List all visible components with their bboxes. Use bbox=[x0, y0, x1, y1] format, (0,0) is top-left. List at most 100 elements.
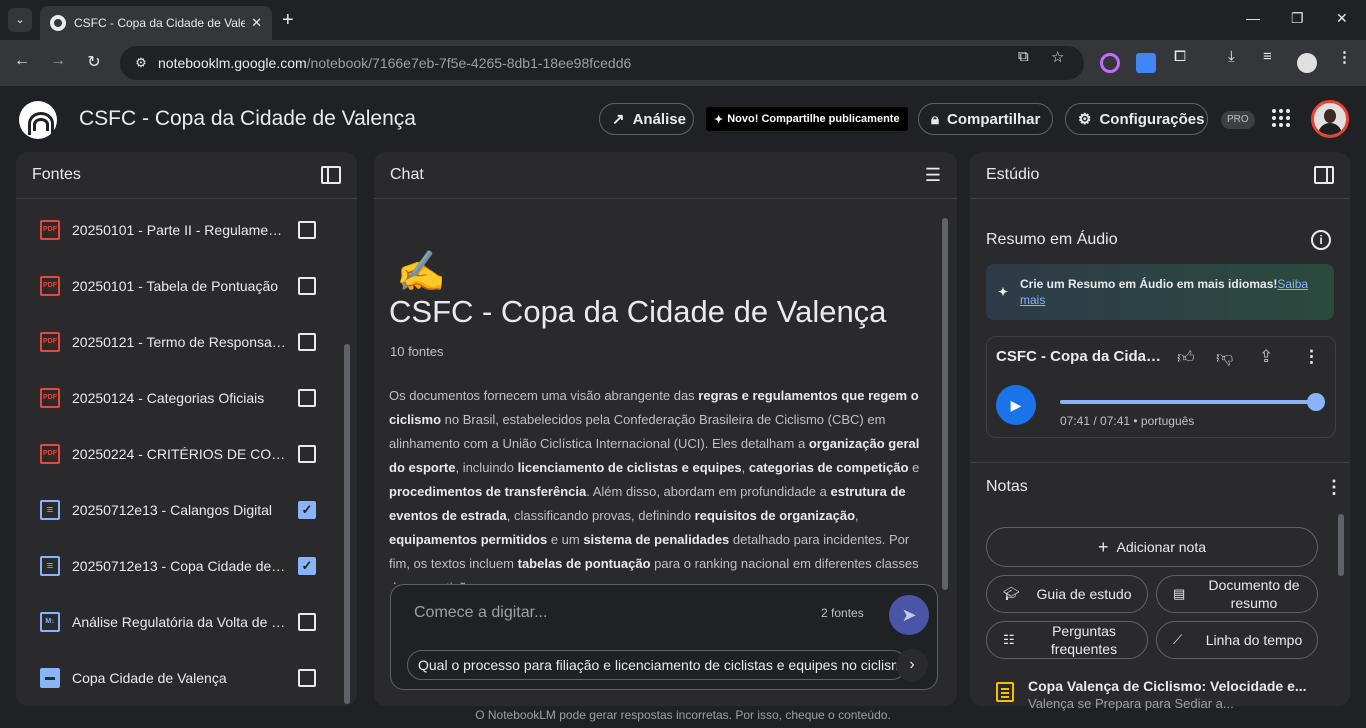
website-icon: ▬ bbox=[40, 668, 60, 688]
install-app-icon[interactable]: ⧉ bbox=[1018, 48, 1029, 65]
audio-player: CSFC - Copa da Cidade de Valença 👍︎ 👎︎ ⇪… bbox=[986, 336, 1336, 438]
browser-toolbar: ← → ↻ ⚙ notebooklm.google.com/notebook/7… bbox=[0, 40, 1366, 86]
play-icon[interactable]: ▶ bbox=[996, 385, 1036, 425]
media-control-icon[interactable]: ≡ bbox=[1263, 48, 1272, 65]
faq-label: Perguntas frequentes bbox=[1050, 623, 1118, 657]
back-arrow-icon[interactable]: ← bbox=[11, 52, 33, 70]
source-checkbox[interactable] bbox=[298, 445, 316, 463]
chat-source-count: 10 fontes bbox=[390, 344, 444, 359]
text-document-icon: ≡ bbox=[40, 500, 60, 520]
source-item[interactable]: M↓ Análise Regulatória da Volta de Valenç… bbox=[16, 594, 336, 650]
site-info-icon[interactable]: ⚙ bbox=[132, 54, 150, 72]
markdown-file-icon: M↓ bbox=[40, 612, 60, 632]
collapse-panel-icon[interactable] bbox=[321, 166, 341, 184]
bookmark-star-icon[interactable]: ☆ bbox=[1051, 48, 1064, 66]
share-button[interactable]: 🔒︎ Compartilhar bbox=[918, 103, 1053, 135]
tune-sliders-icon[interactable]: ☰ bbox=[925, 165, 941, 186]
browser-tab[interactable]: CSFC - Copa da Cidade de Valença ✕ bbox=[40, 6, 272, 40]
next-suggestion-chevron-icon[interactable]: › bbox=[896, 649, 928, 681]
suggested-question[interactable]: Qual o processo para filiação e licencia… bbox=[407, 650, 907, 680]
audio-time: 07:41 / 07:41 • português bbox=[1060, 414, 1195, 428]
source-name: 20250712e13 - Copa Cidade de Valença bbox=[72, 558, 286, 574]
new-share-publicly-banner[interactable]: ✦ Novo! Compartilhe publicamente bbox=[706, 107, 908, 131]
account-avatar[interactable] bbox=[1311, 100, 1349, 138]
source-checkbox[interactable] bbox=[298, 389, 316, 407]
source-item[interactable]: ≡ 20250712e13 - Copa Cidade de Valença ✓ bbox=[16, 538, 336, 594]
new-tab-plus-icon[interactable]: + bbox=[282, 8, 294, 32]
sources-title: Fontes bbox=[32, 166, 81, 183]
forward-arrow-icon[interactable]: → bbox=[47, 52, 69, 70]
restore-icon[interactable]: ❐ bbox=[1291, 10, 1304, 27]
source-item[interactable]: PDF 20250124 - Categorias Oficiais bbox=[16, 370, 336, 426]
source-name: Copa Cidade de Valença bbox=[72, 670, 227, 686]
party-popper-icon: ✦ bbox=[714, 113, 724, 126]
browser-menu-icon[interactable]: ⋮ bbox=[1337, 48, 1352, 66]
disclaimer-footer: O NotebookLM pode gerar respostas incorr… bbox=[475, 708, 891, 722]
source-item[interactable]: PDF 20250224 - CRITÉRIOS DE CONVOCAÇÃO bbox=[16, 426, 336, 482]
notebooklm-favicon-icon bbox=[50, 15, 66, 31]
source-name: 20250712e13 - Calangos Digital bbox=[72, 502, 273, 518]
source-item[interactable]: ≡ 20250712e13 - Calangos Digital ✓ bbox=[16, 482, 336, 538]
send-arrow-icon[interactable]: ➤ bbox=[889, 595, 929, 635]
source-checkbox[interactable] bbox=[298, 221, 316, 239]
studio-scrollbar[interactable] bbox=[1338, 514, 1344, 576]
source-checkbox[interactable]: ✓ bbox=[298, 501, 316, 519]
pdf-file-icon: PDF bbox=[40, 276, 60, 296]
audio-progress-bar[interactable] bbox=[1060, 400, 1316, 404]
source-name: 20250101 - Parte II - Regulamento bbox=[72, 222, 286, 238]
share-icon[interactable]: ⇪ bbox=[1259, 347, 1273, 367]
source-item[interactable]: PDF 20250101 - Parte II - Regulamento bbox=[16, 202, 336, 258]
studio-title: Estúdio bbox=[986, 166, 1040, 183]
collapse-panel-icon[interactable] bbox=[1314, 166, 1334, 184]
notebooklm-logo-icon[interactable] bbox=[19, 101, 57, 139]
source-name: 20250224 - CRITÉRIOS DE CONVOCAÇÃO bbox=[72, 446, 286, 462]
source-checkbox[interactable] bbox=[298, 613, 316, 631]
source-checkbox[interactable] bbox=[298, 669, 316, 687]
thumbs-down-icon[interactable]: 👎︎ bbox=[1216, 347, 1233, 368]
thumbs-up-icon[interactable]: 👍︎ bbox=[1177, 347, 1195, 368]
settings-label: Configurações bbox=[1099, 110, 1205, 128]
party-popper-icon: ✦ bbox=[998, 285, 1009, 299]
settings-button[interactable]: ⚙ Configurações bbox=[1065, 103, 1208, 135]
chat-composer: Comece a digitar... 2 fontes ➤ Qual o pr… bbox=[390, 584, 938, 690]
timeline-button[interactable]: ⟋ Linha do tempo bbox=[1156, 621, 1318, 659]
profile-avatar-icon[interactable] bbox=[1297, 53, 1317, 73]
notebook-title[interactable]: CSFC - Copa da Cidade de Valença bbox=[79, 107, 416, 131]
gear-icon: ⚙ bbox=[1078, 111, 1092, 128]
source-item[interactable]: PDF 20250101 - Tabela de Pontuação bbox=[16, 258, 336, 314]
sources-scrollbar[interactable] bbox=[344, 344, 350, 704]
notes-more-icon[interactable]: ⋮ bbox=[1325, 477, 1343, 498]
tab-search-chevron-icon[interactable]: ⌄ bbox=[8, 8, 32, 32]
minimize-icon[interactable]: — bbox=[1246, 10, 1260, 26]
source-item[interactable]: ▬ Copa Cidade de Valença bbox=[16, 650, 336, 706]
window-close-icon[interactable]: ✕ bbox=[1336, 10, 1348, 27]
source-item[interactable]: PDF 20250121 - Termo de Responsabilidade bbox=[16, 314, 336, 370]
source-checkbox[interactable]: ✓ bbox=[298, 557, 316, 575]
reload-icon[interactable]: ↻ bbox=[83, 52, 105, 72]
info-icon[interactable]: i bbox=[1311, 230, 1331, 250]
audio-title: CSFC - Copa da Cidade de Valença bbox=[996, 348, 1168, 365]
study-guide-button[interactable]: 🎓︎ Guia de estudo bbox=[986, 575, 1148, 613]
source-name: Análise Regulatória da Volta de Valença bbox=[72, 614, 286, 630]
add-note-button[interactable]: + Adicionar nota bbox=[986, 527, 1318, 567]
audio-more-icon[interactable]: ⋮ bbox=[1303, 347, 1320, 367]
chat-input[interactable]: Comece a digitar... bbox=[414, 604, 547, 622]
briefing-doc-button[interactable]: ▤ Documento de resumo bbox=[1156, 575, 1318, 613]
source-checkbox[interactable] bbox=[298, 277, 316, 295]
pdf-file-icon: PDF bbox=[40, 444, 60, 464]
notebook-summary: Os documentos fornecem uma visão abrange… bbox=[389, 388, 920, 584]
note-item[interactable]: Copa Valença de Ciclismo: Velocidade e..… bbox=[996, 678, 1316, 711]
chat-scrollbar[interactable] bbox=[942, 218, 948, 590]
new-share-label: Novo! Compartilhe publicamente bbox=[727, 113, 900, 125]
tab-close-icon[interactable]: ✕ bbox=[251, 15, 262, 31]
download-icon[interactable]: ⤓ bbox=[1228, 48, 1235, 65]
analysis-button[interactable]: ↗ Análise bbox=[599, 103, 694, 135]
extensions-puzzle-icon[interactable]: ⧠ bbox=[1174, 48, 1186, 65]
extension-color-icon[interactable] bbox=[1100, 53, 1120, 73]
source-checkbox[interactable] bbox=[298, 333, 316, 351]
google-apps-icon[interactable] bbox=[1272, 109, 1290, 127]
translate-extension-icon[interactable] bbox=[1136, 53, 1156, 73]
audio-progress-knob[interactable] bbox=[1307, 393, 1325, 411]
faq-button[interactable]: ☷ Perguntas frequentes bbox=[986, 621, 1148, 659]
address-bar[interactable]: ⚙ notebooklm.google.com/notebook/7166e7e… bbox=[120, 46, 1084, 80]
